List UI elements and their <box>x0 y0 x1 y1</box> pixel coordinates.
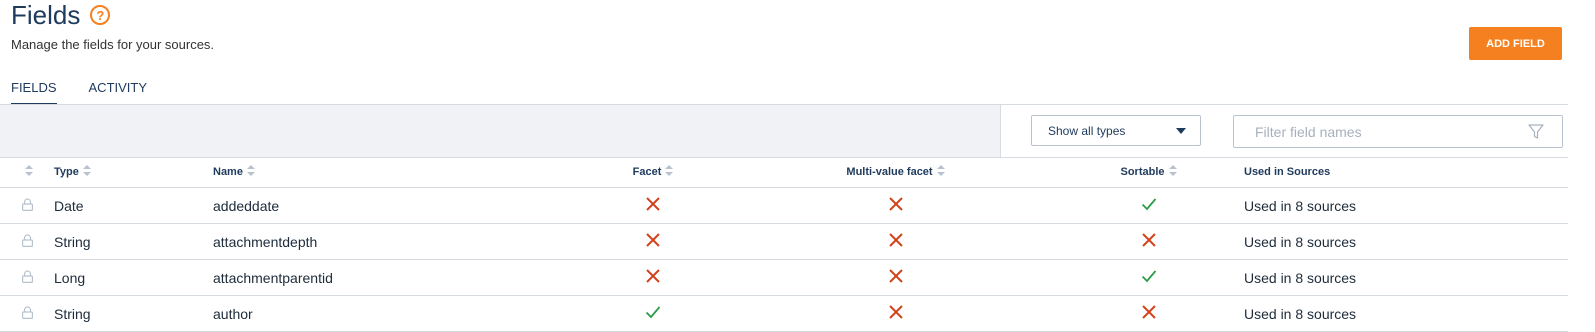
type-cell: Long <box>54 259 213 296</box>
header-sortable[interactable]: Sortable <box>1053 157 1244 188</box>
table-row[interactable]: String attachmentdepth Used in 8 sources <box>0 223 1568 260</box>
filter-icon <box>1528 124 1544 139</box>
used-in-sources-cell[interactable]: Used in 8 sources <box>1244 187 1568 224</box>
facet-cell <box>568 223 738 260</box>
facet-cell <box>568 259 738 296</box>
check-icon <box>1141 197 1157 214</box>
cross-icon <box>1141 232 1157 251</box>
cross-icon <box>645 268 661 287</box>
page-subtitle: Manage the fields for your sources. <box>11 37 215 52</box>
sortable-cell <box>1053 187 1244 224</box>
help-icon[interactable]: ? <box>90 5 111 25</box>
name-cell[interactable]: attachmentparentid <box>213 259 568 296</box>
sortable-cell <box>1053 295 1244 332</box>
cross-icon <box>645 196 661 215</box>
cross-icon <box>645 232 661 251</box>
lock-icon <box>21 198 33 214</box>
check-icon <box>1141 269 1157 286</box>
type-cell: String <box>54 223 213 260</box>
lock-cell <box>0 295 54 332</box>
sort-icon <box>665 165 674 179</box>
type-filter-value: Show all types <box>1048 123 1126 138</box>
table-header-row: Type Name Facet Multi-value facet Sortab… <box>0 157 1568 188</box>
tab-fields[interactable]: FIELDS <box>11 80 57 106</box>
tab-bar: FIELDS ACTIVITY <box>11 80 179 106</box>
sort-icon <box>82 165 91 179</box>
name-cell[interactable]: attachmentdepth <box>213 223 568 260</box>
lock-cell <box>0 259 54 296</box>
header-name[interactable]: Name <box>213 157 568 188</box>
cross-icon <box>1141 304 1157 323</box>
type-filter-select[interactable]: Show all types <box>1031 115 1201 146</box>
used-in-sources-cell[interactable]: Used in 8 sources <box>1244 223 1568 260</box>
header-facet[interactable]: Facet <box>568 157 738 188</box>
add-field-button[interactable]: ADD FIELD <box>1469 27 1562 60</box>
cross-icon <box>888 304 904 323</box>
used-in-sources-cell[interactable]: Used in 8 sources <box>1244 259 1568 296</box>
facet-cell <box>568 295 738 332</box>
cross-icon <box>888 232 904 251</box>
header-lock-sort[interactable] <box>0 157 54 188</box>
sort-icon <box>936 165 945 179</box>
type-cell: Date <box>54 187 213 224</box>
filter-box <box>1233 115 1563 148</box>
lock-cell <box>0 187 54 224</box>
page-title: Fields <box>11 0 81 30</box>
lock-icon <box>21 306 33 322</box>
check-icon <box>645 305 661 322</box>
cross-icon <box>888 196 904 215</box>
toolbar-controls: Show all types <box>1000 105 1569 157</box>
facet-cell <box>568 187 738 224</box>
sort-icon <box>1168 165 1177 179</box>
sortable-cell <box>1053 259 1244 296</box>
filter-field-names-input[interactable] <box>1253 116 1527 148</box>
fields-table: Type Name Facet Multi-value facet Sortab… <box>0 157 1568 332</box>
table-toolbar: Show all types <box>0 104 1569 158</box>
sort-icon <box>25 165 33 179</box>
lock-cell <box>0 223 54 260</box>
multi-value-facet-cell <box>738 259 1053 296</box>
header-used-in-sources: Used in Sources <box>1244 157 1568 188</box>
multi-value-facet-cell <box>738 187 1053 224</box>
lock-icon <box>21 234 33 250</box>
header-type[interactable]: Type <box>54 157 213 188</box>
multi-value-facet-cell <box>738 295 1053 332</box>
page-header: Fields ? <box>11 0 111 30</box>
tab-activity[interactable]: ACTIVITY <box>89 80 148 106</box>
name-cell[interactable]: author <box>213 295 568 332</box>
sortable-cell <box>1053 223 1244 260</box>
chevron-down-icon <box>1176 128 1186 134</box>
name-cell[interactable]: addeddate <box>213 187 568 224</box>
sort-icon <box>246 165 255 179</box>
lock-icon <box>21 270 33 286</box>
table-row[interactable]: Long attachmentparentid Used in 8 sources <box>0 259 1568 296</box>
table-row[interactable]: Date addeddate Used in 8 sources <box>0 187 1568 224</box>
cross-icon <box>888 268 904 287</box>
type-cell: String <box>54 295 213 332</box>
used-in-sources-cell[interactable]: Used in 8 sources <box>1244 295 1568 332</box>
multi-value-facet-cell <box>738 223 1053 260</box>
table-row[interactable]: String author Used in 8 sources <box>0 295 1568 332</box>
header-multi-value-facet[interactable]: Multi-value facet <box>738 157 1053 188</box>
